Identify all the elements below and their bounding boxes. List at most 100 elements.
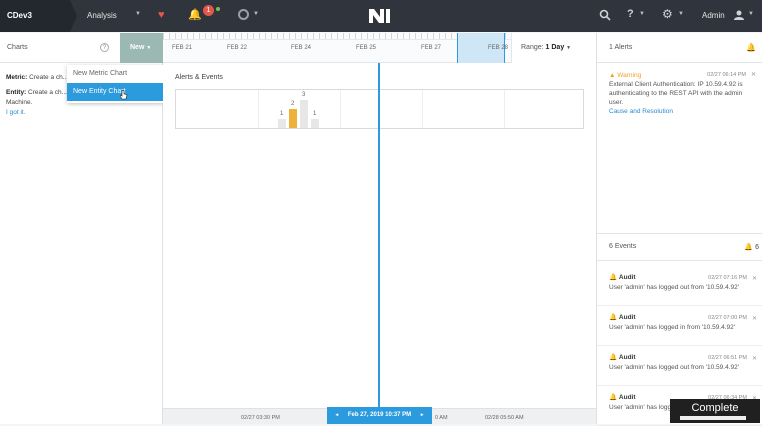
chart-gridline [504,90,505,128]
event-item[interactable]: 🔔 Audit 02/27 07:16 PM ✕ User 'admin' ha… [597,266,762,306]
alert-item[interactable]: ▲ Warning 02/27 06:14 PM ✕ External Clie… [597,63,762,116]
charts-title: Charts [7,44,28,51]
help-icon[interactable]: ? [627,8,634,20]
alert-severity: Warning [617,72,642,79]
menu-item-new-metric-chart[interactable]: New Metric Chart [67,65,163,83]
complete-progress-bar [680,416,746,420]
alerts-events-title: Alerts & Events [175,74,223,81]
metric-label: Metric: [6,74,28,81]
chevron-down-icon[interactable]: ▼ [678,11,684,17]
task-circle-icon[interactable] [238,9,249,20]
event-time: 02/27 07:00 PM [708,315,747,321]
bar-value-label: 1 [280,111,284,117]
nutanix-logo [369,9,390,23]
timeline-label: FEB 22 [227,45,248,51]
search-icon[interactable] [599,9,611,21]
close-icon[interactable]: ✕ [751,71,756,80]
complete-label: Complete [691,402,739,414]
analysis-main: FEB 21 FEB 22 FEB 24 FEB 25 FEB 27 FEB 2… [163,33,596,424]
new-chart-menu: New Metric Chart New Entity Chart [67,65,163,103]
chart-bar[interactable] [289,109,297,128]
mouse-cursor-icon [120,90,128,100]
status-dot-icon [216,7,220,11]
timeline-label: FEB 28 [488,45,509,51]
alerts-header: 1 Alerts 🔔 [597,33,762,63]
chevron-down-icon[interactable]: ▼ [748,11,754,17]
chevron-down-icon: ▼ [146,45,152,51]
event-item[interactable]: 🔔 Audit 02/27 06:51 PM ✕ User 'admin' ha… [597,346,762,386]
chart-bar[interactable] [300,100,308,128]
bell-icon: 🔔 [609,354,618,361]
new-chart-button[interactable]: New ▼ [120,33,163,63]
range-label: Range: [521,44,544,51]
event-text: User 'admin' has logged in from '10.59.4… [609,324,736,331]
event-time: 02/27 07:16 PM [708,275,747,281]
timeline-label: FEB 24 [291,45,312,51]
cluster-name[interactable]: CDev3 [0,0,77,32]
bell-icon: 🔔 [609,394,618,401]
current-time-line[interactable] [378,63,380,424]
got-it-link[interactable]: I got it. [6,108,156,118]
bar-value-label: 1 [313,111,317,117]
chart-bar[interactable] [311,119,319,128]
new-button-label: New [130,44,145,51]
close-icon[interactable]: ✕ [752,314,757,324]
current-time-text: Feb 27, 2019 10:37 PM [347,412,412,418]
event-type: Audit [618,274,636,281]
alerts-events-panel: 1 Alerts 🔔 ▲ Warning 02/27 06:14 PM ✕ Ex… [596,33,762,426]
range-selector[interactable]: Range: 1 Day ▼ [511,33,596,63]
event-type: Audit [618,394,636,401]
chevron-down-icon[interactable]: ▼ [253,11,259,17]
alert-count-badge: 1 [203,5,214,16]
alert-text: External Client Authentication: IP 10.59… [609,81,743,106]
event-text: User 'admin' has logged out from '10.59.… [609,284,739,291]
alert-time: 02/27 06:14 PM [707,72,746,78]
close-icon[interactable]: ✕ [752,274,757,284]
bar-value-label: 2 [291,101,295,107]
event-time: 02/27 06:51 PM [708,355,747,361]
chart-gridline [422,90,423,128]
event-text: User 'admin' has logged out from '10.59.… [609,364,739,371]
timeline-label: FEB 21 [172,45,193,51]
warning-icon: ▲ [609,72,618,79]
chart-gridline [258,90,259,128]
menu-item-new-entity-chart[interactable]: New Entity Chart [67,83,163,101]
event-type: Audit [618,314,636,321]
gear-icon[interactable]: ⚙ [662,7,673,21]
events-count-value: 6 [755,244,759,251]
chevron-down-icon[interactable]: ▼ [135,11,141,17]
event-type: Audit [618,354,636,361]
user-menu-label[interactable]: Admin [702,11,725,20]
chart-bar[interactable] [278,119,286,128]
axis-label-end: 02/28 05:50 AM [485,415,524,421]
event-item[interactable]: 🔔 Audit 02/27 07:00 PM ✕ User 'admin' ha… [597,306,762,346]
help-circle-icon[interactable]: ? [100,43,109,52]
cause-resolution-link[interactable]: Cause and Resolution [609,107,750,116]
bar-value-label: 3 [302,92,306,98]
timeline-label: FEB 25 [356,45,377,51]
user-icon[interactable] [733,9,745,21]
timeline-strip[interactable]: FEB 21 FEB 22 FEB 24 FEB 25 FEB 27 FEB 2… [163,33,511,63]
bell-icon: 🔔 [609,274,618,281]
chevron-down-icon: ▼ [566,45,572,51]
entity-label: Entity: [6,89,27,96]
chevron-down-icon[interactable]: ▼ [639,11,645,17]
chevron-right-icon[interactable]: ▸ [421,412,424,418]
close-icon[interactable]: ✕ [752,354,757,364]
health-heart-icon[interactable]: ♥ [158,9,165,21]
events-header: 6 Events 🔔 6 [597,233,762,261]
nav-analysis[interactable]: Analysis [87,11,117,20]
timeline-label: FEB 27 [421,45,442,51]
axis-label-start: 02/27 03:30 PM [241,415,280,421]
range-value: 1 Day [545,44,565,51]
chevron-left-icon[interactable]: ◂ [336,412,339,418]
axis-label-mid: 0 AM [435,415,448,421]
chart-gridline [340,90,341,128]
bell-icon: 🔔 [746,43,756,52]
events-count: 🔔 6 [744,244,759,251]
current-time-pill[interactable]: ◂ Feb 27, 2019 10:37 PM ▸ [327,407,432,424]
bell-icon[interactable]: 🔔 [188,8,202,21]
alerts-title: 1 Alerts [609,44,633,51]
bell-icon: 🔔 [609,314,618,321]
top-bar: CDev3 Analysis ▼ ♥ 🔔 1 ▼ ? ▼ ⚙ ▼ Admin ▼ [0,0,762,32]
